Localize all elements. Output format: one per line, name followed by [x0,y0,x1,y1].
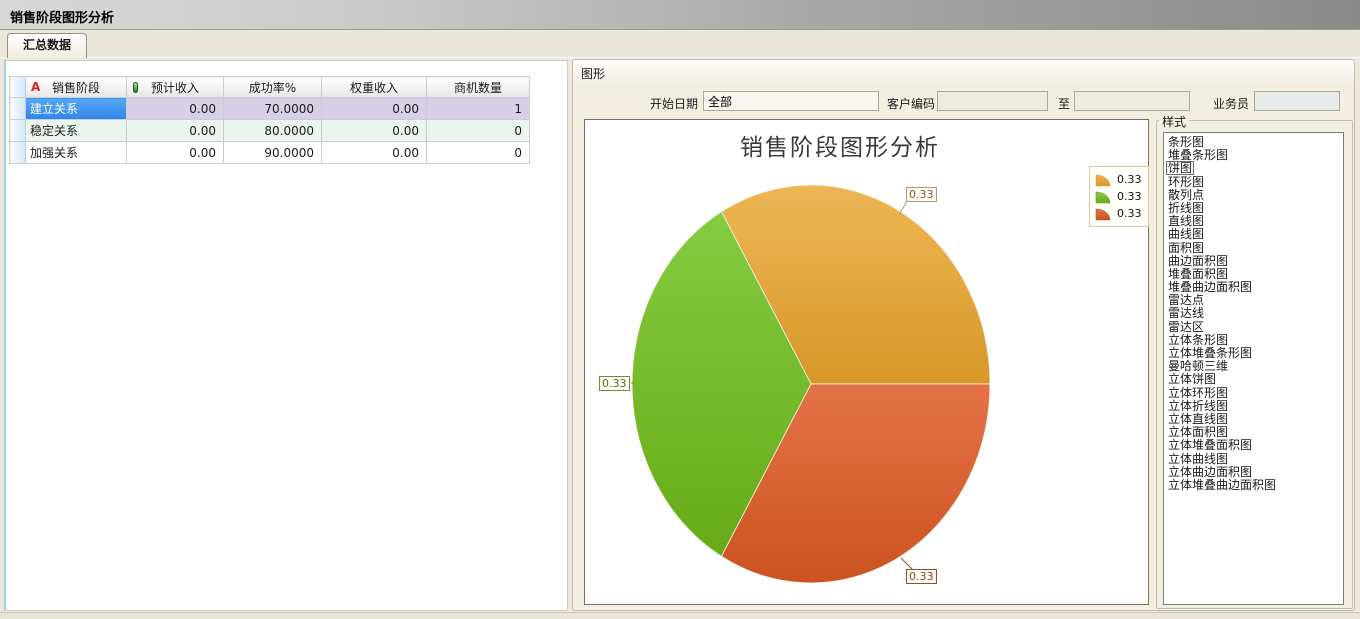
style-list-item[interactable]: 立体堆叠面积图 [1166,438,1254,451]
pie-chart-area: 销售阶段图形分析 0.33 0.33 0.33 0.33 0.33 0.33 [584,119,1149,605]
cell-success-rate[interactable]: 70.0000 [224,98,322,120]
style-list-item[interactable]: 立体堆叠条形图 [1166,346,1254,359]
chart-legend: 0.33 0.33 0.33 [1089,166,1149,227]
pie-label-green: 0.33 [599,376,630,391]
customer-code-to-input[interactable] [1074,91,1190,111]
cell-stage[interactable]: 建立关系 [26,98,127,120]
salesperson-label: 业务员 [1207,95,1249,111]
start-date-input[interactable] [703,91,879,111]
style-list-item[interactable]: 立体曲线图 [1166,452,1230,465]
customer-code-input[interactable] [937,91,1048,111]
cell-weighted-income[interactable]: 0.00 [322,142,427,164]
table-row[interactable]: 加强关系 0.00 90.0000 0.00 0 [10,142,530,164]
window-title-bar: 销售阶段图形分析 [0,0,1360,30]
status-strip [0,612,1360,619]
customer-code-label: 客户编码 [887,95,935,111]
legend-swatch-red-icon [1095,206,1112,221]
style-list-item[interactable]: 立体直线图 [1166,412,1230,425]
style-list-item[interactable]: 堆叠条形图 [1166,148,1230,161]
style-list-item[interactable]: 环形图 [1166,175,1206,188]
tab-summary-data[interactable]: 汇总数据 [7,33,87,58]
style-list-item[interactable]: 直线图 [1166,214,1206,227]
pie-label-red: 0.33 [906,569,937,584]
to-label: 至 [1057,95,1070,111]
style-list-item[interactable]: 立体堆叠曲边面积图 [1166,478,1278,491]
style-list-item[interactable]: 堆叠曲边面积图 [1166,280,1254,293]
graph-panel: 图形 开始日期 客户编码 至 业务员 销售阶段图形分析 [572,59,1355,611]
style-list-item[interactable]: 面积图 [1166,241,1206,254]
style-list-item[interactable]: 立体面积图 [1166,425,1230,438]
tab-strip: 汇总数据 [0,30,1360,58]
table-header-row: A销售阶段 预计收入 成功率% 权重收入 商机数量 [10,77,530,98]
legend-entry: 0.33 [1095,205,1142,222]
style-list-item[interactable]: 曼哈顿三维 [1166,359,1230,372]
style-list: 条形图 堆叠条形图 饼图 环形图 散列点 折线图 直线图 曲线图 面积图 曲边面… [1163,132,1344,605]
row-selector[interactable] [10,120,26,142]
green-capsule-icon [133,82,138,93]
style-list-item[interactable]: 立体曲边面积图 [1166,465,1254,478]
cell-opportunity-count[interactable]: 0 [427,120,530,142]
col-header-opportunity-count[interactable]: 商机数量 [427,77,530,98]
pie-chart-svg [585,120,1148,604]
chart-title: 销售阶段图形分析 [585,128,1095,162]
cell-stage[interactable]: 稳定关系 [26,120,127,142]
col-header-stage[interactable]: A销售阶段 [26,77,127,98]
col-header-weighted-income[interactable]: 权重收入 [322,77,427,98]
sort-a-icon: A [31,80,40,94]
cell-opportunity-count[interactable]: 0 [427,142,530,164]
app-window: 销售阶段图形分析 汇总数据 A销售阶段 预计收入 成功率% 权重收入 商机数量 … [0,0,1360,619]
style-list-item[interactable]: 饼图 [1166,161,1194,174]
sales-stage-table: A销售阶段 预计收入 成功率% 权重收入 商机数量 建立关系 0.00 70.0… [9,76,530,164]
style-list-item[interactable]: 立体环形图 [1166,386,1230,399]
pie-label-orange: 0.33 [906,187,937,202]
cell-expected-income[interactable]: 0.00 [127,98,224,120]
salesperson-input[interactable] [1254,91,1340,111]
table-row[interactable]: 建立关系 0.00 70.0000 0.00 1 [10,98,530,120]
style-list-item[interactable]: 雷达线 [1166,306,1206,319]
style-list-item[interactable]: 折线图 [1166,201,1206,214]
graph-panel-label: 图形 [581,65,605,82]
row-selector[interactable] [10,98,26,120]
summary-table-panel: A销售阶段 预计收入 成功率% 权重收入 商机数量 建立关系 0.00 70.0… [4,60,568,611]
start-date-label: 开始日期 [649,95,698,111]
cell-weighted-income[interactable]: 0.00 [322,98,427,120]
style-group-label: 样式 [1159,113,1189,130]
style-list-item[interactable]: 曲线图 [1166,227,1206,240]
cell-weighted-income[interactable]: 0.00 [322,120,427,142]
style-list-item[interactable]: 立体饼图 [1166,372,1218,385]
cell-success-rate[interactable]: 80.0000 [224,120,322,142]
row-selector-header [10,77,26,98]
window-title: 销售阶段图形分析 [10,7,114,26]
style-list-item[interactable]: 堆叠面积图 [1166,267,1230,280]
style-list-item[interactable]: 散列点 [1166,188,1206,201]
cell-expected-income[interactable]: 0.00 [127,142,224,164]
table-row[interactable]: 稳定关系 0.00 80.0000 0.00 0 [10,120,530,142]
cell-success-rate[interactable]: 90.0000 [224,142,322,164]
style-list-item[interactable]: 雷达区 [1166,320,1206,333]
style-list-item[interactable]: 曲边面积图 [1166,254,1230,267]
callout-line-red [901,558,912,569]
style-list-item[interactable]: 条形图 [1166,135,1206,148]
cell-expected-income[interactable]: 0.00 [127,120,224,142]
legend-entry: 0.33 [1095,188,1142,205]
row-selector[interactable] [10,142,26,164]
legend-swatch-green-icon [1095,189,1112,204]
style-list-item[interactable]: 雷达点 [1166,293,1206,306]
legend-swatch-orange-icon [1095,172,1112,187]
cell-stage[interactable]: 加强关系 [26,142,127,164]
cell-opportunity-count[interactable]: 1 [427,98,530,120]
col-header-expected-income[interactable]: 预计收入 [127,77,224,98]
legend-entry: 0.33 [1095,171,1142,188]
style-list-item[interactable]: 立体折线图 [1166,399,1230,412]
col-header-success-rate[interactable]: 成功率% [224,77,322,98]
style-list-item[interactable]: 立体条形图 [1166,333,1230,346]
